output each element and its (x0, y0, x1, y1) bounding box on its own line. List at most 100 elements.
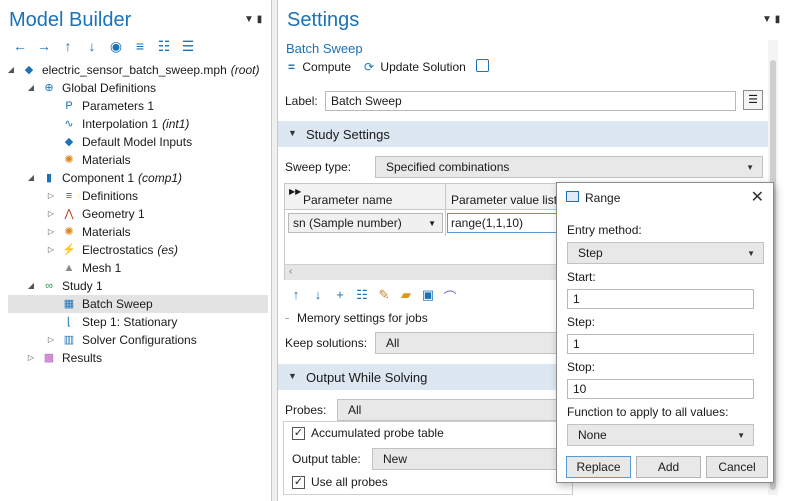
label-input[interactable]: Batch Sweep (325, 91, 736, 111)
tree-item-label: Global Definitions (62, 81, 157, 95)
show-icon[interactable]: ◉ (105, 38, 127, 55)
tree-item[interactable]: P Parameters 1 (8, 97, 268, 115)
collapsed-caret-icon[interactable]: ▷ (46, 241, 56, 259)
tree-item-label: Study 1 (62, 279, 103, 293)
model-icon: ◆ (24, 64, 34, 76)
expanded-caret-icon[interactable]: ◢ (6, 61, 16, 79)
accumulated-probe-checkbox[interactable]: ✓ (292, 427, 305, 440)
chevron-down-icon: ▼ (428, 219, 436, 228)
parameters-icon: P (65, 100, 73, 112)
collapsed-caret-icon[interactable]: ▷ (46, 223, 56, 241)
move-up-icon[interactable]: ↑ (57, 38, 79, 55)
accumulated-probe-label: Accumulated probe table (311, 426, 444, 440)
collapsed-caret-icon[interactable]: ▷ (46, 331, 56, 349)
scroll-left-icon[interactable]: ‹ (289, 266, 292, 277)
tree-item[interactable]: ▲ Mesh 1 (8, 259, 268, 277)
tree-item-label: Component 1 (comp1) (62, 171, 183, 185)
expanded-caret-icon[interactable]: ◢ (26, 169, 36, 187)
tree-item[interactable]: ◢ ⊕ Global Definitions (8, 79, 268, 97)
close-icon[interactable]: ✕ (751, 187, 764, 207)
add-button[interactable]: Add (636, 456, 701, 478)
tree-item-label: electric_sensor_batch_sweep.mph (root) (42, 63, 260, 77)
stationary-step-icon: ⌊ (66, 316, 72, 328)
load-from-file-icon[interactable]: ▰ (397, 287, 415, 306)
save-to-file-icon[interactable]: ▣ (419, 287, 437, 306)
model-inputs-icon: ◆ (64, 136, 74, 148)
tree-item[interactable]: ▦ Batch Sweep (8, 295, 268, 313)
delete-rows-icon[interactable]: ☷ (353, 287, 371, 306)
model-builder-title: Model Builder (9, 9, 132, 31)
tree-item-label: Mesh 1 (82, 261, 122, 275)
collapse-caret-icon: ▼ (288, 371, 297, 381)
settings-panel-menu-icon[interactable]: ▼ ▮ (762, 14, 780, 25)
tree-item[interactable]: ◢ ▮ Component 1 (comp1) (8, 169, 268, 187)
column-divider (445, 184, 446, 236)
memory-settings-label: Memory settings for jobs (297, 311, 428, 325)
output-table-select[interactable]: New (372, 448, 575, 470)
use-all-probes-checkbox[interactable]: ✓ (292, 476, 305, 489)
function-select[interactable]: None ▼ (567, 424, 754, 446)
entry-method-caption: Entry method: (567, 223, 642, 237)
tree-item[interactable]: ▷ ≡ Definitions (8, 187, 268, 205)
range-icon[interactable]: ⌒ (441, 287, 459, 306)
panel-menu-icon[interactable]: ▼ ▮ (244, 14, 262, 25)
back-arrow-icon[interactable]: ← (9, 38, 31, 55)
label-edit-icon[interactable]: ☰ (743, 90, 763, 110)
tree-item[interactable]: ⌊ Step 1: Stationary (8, 313, 268, 331)
replace-button[interactable]: Replace (566, 456, 631, 478)
tree-item[interactable]: ∿ Interpolation 1 (int1) (8, 115, 268, 133)
tree-item[interactable]: ▷ ✺ Materials (8, 223, 268, 241)
chevron-down-icon: ▼ (747, 249, 755, 258)
refresh-icon: ⟳ (364, 60, 375, 74)
param-value-input[interactable]: range(1,1,10) (447, 213, 565, 233)
tree-item[interactable]: ▷ ▥ Solver Configurations (8, 331, 268, 349)
forward-arrow-icon[interactable]: → (33, 38, 55, 55)
param-name-select[interactable]: sn (Sample number) ▼ (288, 213, 443, 233)
expand-columns-icon[interactable]: ▶▶ (289, 187, 301, 196)
param-value-header: Parameter value list (451, 193, 558, 207)
horizontal-scrollbar[interactable]: ‹ (285, 264, 565, 280)
tree-item[interactable]: ◢ ∞ Study 1 (8, 277, 268, 295)
move-up-icon[interactable]: ↑ (287, 287, 305, 306)
keep-solutions-select[interactable]: All (375, 332, 575, 354)
expanded-caret-icon[interactable]: ◢ (26, 277, 36, 295)
start-input[interactable]: 1 (567, 289, 754, 309)
tree-item[interactable]: ▷ ▩ Results (8, 349, 268, 367)
collapsed-caret-icon[interactable]: ▷ (46, 205, 56, 223)
collapsed-caret-icon[interactable]: ▷ (46, 187, 56, 205)
function-caption: Function to apply to all values: (567, 405, 729, 419)
study-settings-header[interactable]: ▼ Study Settings (278, 121, 768, 147)
pin-icon[interactable]: ▮ (257, 14, 263, 25)
add-icon[interactable]: + (331, 287, 349, 306)
definitions-icon: ≡ (65, 190, 73, 202)
collapse-icon[interactable]: ≡ (129, 38, 151, 55)
list-view-icon[interactable]: ☰ (177, 38, 199, 55)
stop-input[interactable]: 10 (567, 379, 754, 399)
tree-item[interactable]: ◢ ◆ electric_sensor_batch_sweep.mph (root) (8, 61, 268, 79)
step-input[interactable]: 1 (567, 334, 754, 354)
compute-button[interactable]: = Compute (288, 60, 351, 74)
pin-icon[interactable]: ▮ (775, 14, 781, 25)
expand-icon[interactable]: ☷ (153, 38, 175, 55)
expanded-caret-icon[interactable]: ◢ (26, 79, 36, 97)
cancel-button[interactable]: Cancel (706, 456, 768, 478)
tree-item[interactable]: ✺ Materials (8, 151, 268, 169)
collapsed-caret-icon[interactable]: ▷ (26, 349, 36, 367)
entry-method-select[interactable]: Step ▼ (567, 242, 764, 264)
probes-select[interactable]: All (337, 399, 575, 421)
materials-icon: ✺ (64, 154, 74, 166)
clear-table-icon[interactable]: ✎ (375, 287, 393, 306)
tree-item[interactable]: ▷ ⚡ Electrostatics (es) (8, 241, 268, 259)
tree-item[interactable]: ◆ Default Model Inputs (8, 133, 268, 151)
move-down-icon[interactable]: ↓ (81, 38, 103, 55)
sweep-type-select[interactable]: Specified combinations ▼ (375, 156, 763, 178)
update-solution-button[interactable]: ⟳ Update Solution (364, 60, 466, 74)
save-icon[interactable] (476, 59, 489, 72)
tree-item-label: Interpolation 1 (int1) (82, 117, 190, 131)
label-caption: Label: (285, 94, 318, 108)
chevron-down-icon: ▼ (746, 163, 754, 172)
probes-caption: Probes: (285, 403, 327, 417)
tree-item[interactable]: ▷ ⋀ Geometry 1 (8, 205, 268, 223)
tree-item-label: Materials (82, 225, 131, 239)
move-down-icon[interactable]: ↓ (309, 287, 327, 306)
